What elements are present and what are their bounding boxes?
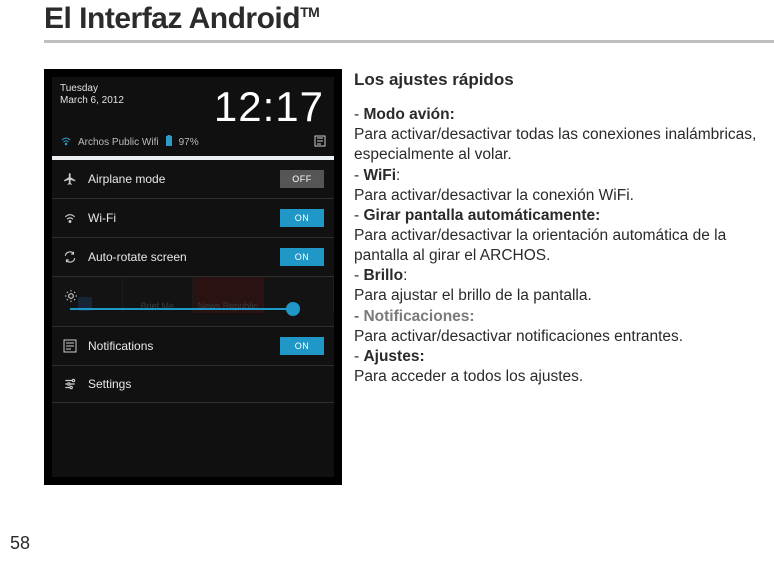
item-airplane-t: Para activar/desactivar todas las conexi…	[354, 126, 756, 163]
row-settings[interactable]: Settings	[52, 366, 334, 403]
page-title-text: El Interfaz Android	[44, 2, 300, 35]
item-airplane-h: Modo avión:	[363, 106, 454, 123]
item-wifi-t: Para activar/desactivar la conexión WiFi…	[354, 187, 634, 204]
row-label: Notifications	[88, 339, 270, 353]
row-label: Airplane mode	[88, 172, 270, 186]
toggle-airplane[interactable]: OFF	[280, 170, 324, 188]
date-line-1: Tuesday	[60, 83, 124, 95]
toggle-rotate[interactable]: ON	[280, 248, 324, 266]
item-rotate-h: Girar pantalla automáticamente:	[363, 207, 600, 224]
row-auto-rotate[interactable]: Auto-rotate screen ON	[52, 238, 334, 277]
device-screenshot: Tuesday March 6, 2012 12:17 Archos Publi…	[44, 69, 342, 485]
row-brightness[interactable]: Brief Me News Republic	[52, 277, 334, 327]
row-wifi[interactable]: Wi-Fi ON	[52, 199, 334, 238]
item-settings-h: Ajustes:	[363, 348, 424, 365]
battery-percent: 97%	[179, 137, 199, 148]
quick-settings-heading: Los ajustes rápidos	[354, 69, 768, 91]
description-column: Los ajustes rápidos - Modo avión: Para a…	[354, 69, 774, 485]
date-block: Tuesday March 6, 2012	[60, 83, 124, 131]
date-line-2: March 6, 2012	[60, 95, 124, 107]
settings-icon	[62, 376, 78, 392]
status-bar: Archos Public Wifi 97%	[52, 133, 334, 156]
item-settings-t: Para acceder a todos los ajustes.	[354, 368, 583, 385]
item-wifi-h: WiFi	[363, 167, 396, 184]
trademark-tm: TM	[300, 4, 319, 20]
item-settings: - Ajustes: Para acceder a todos los ajus…	[354, 347, 768, 387]
wifi-ssid: Archos Public Wifi	[78, 137, 159, 148]
wifi-row-icon	[62, 210, 78, 226]
toggle-wifi[interactable]: ON	[280, 209, 324, 227]
battery-icon	[165, 135, 173, 150]
toggle-notifications[interactable]: ON	[280, 337, 324, 355]
item-brightness-h: Brillo	[363, 267, 403, 284]
notifications-icon	[62, 338, 78, 354]
clock-time: 12:17	[214, 83, 324, 131]
title-underline	[44, 40, 774, 43]
notifications-status-icon	[314, 135, 326, 150]
item-wifi: - WiFi: Para activar/desactivar la conex…	[354, 166, 768, 206]
item-brightness-t: Para ajustar el brillo de la pantalla.	[354, 287, 592, 304]
row-label: Wi-Fi	[88, 211, 270, 225]
page-title: El Interfaz AndroidTM	[44, 2, 774, 36]
item-rotate-t: Para activar/desactivar la orientación a…	[354, 227, 726, 264]
rotate-icon	[62, 249, 78, 265]
item-rotate: - Girar pantalla automáticamente: Para a…	[354, 206, 768, 266]
brightness-icon	[64, 290, 78, 307]
brightness-slider[interactable]	[70, 308, 292, 310]
row-airplane-mode[interactable]: Airplane mode OFF	[52, 160, 334, 199]
row-notifications[interactable]: Notifications ON	[52, 327, 334, 366]
wifi-icon	[60, 135, 72, 150]
item-notifications: - Notificaciones: Para activar/desactiva…	[354, 307, 768, 347]
item-brightness: - Brillo: Para ajustar el brillo de la p…	[354, 266, 768, 306]
page-number: 58	[10, 533, 30, 554]
item-airplane: - Modo avión: Para activar/desactivar to…	[354, 105, 768, 165]
item-notifications-h: Notificaciones:	[363, 308, 474, 325]
quick-settings-list: Airplane mode OFF Wi-Fi ON Auto-rotate s…	[52, 160, 334, 403]
row-label: Settings	[88, 377, 324, 391]
row-label: Auto-rotate screen	[88, 250, 270, 264]
item-notifications-t: Para activar/desactivar notificaciones e…	[354, 328, 683, 345]
airplane-icon	[62, 171, 78, 187]
